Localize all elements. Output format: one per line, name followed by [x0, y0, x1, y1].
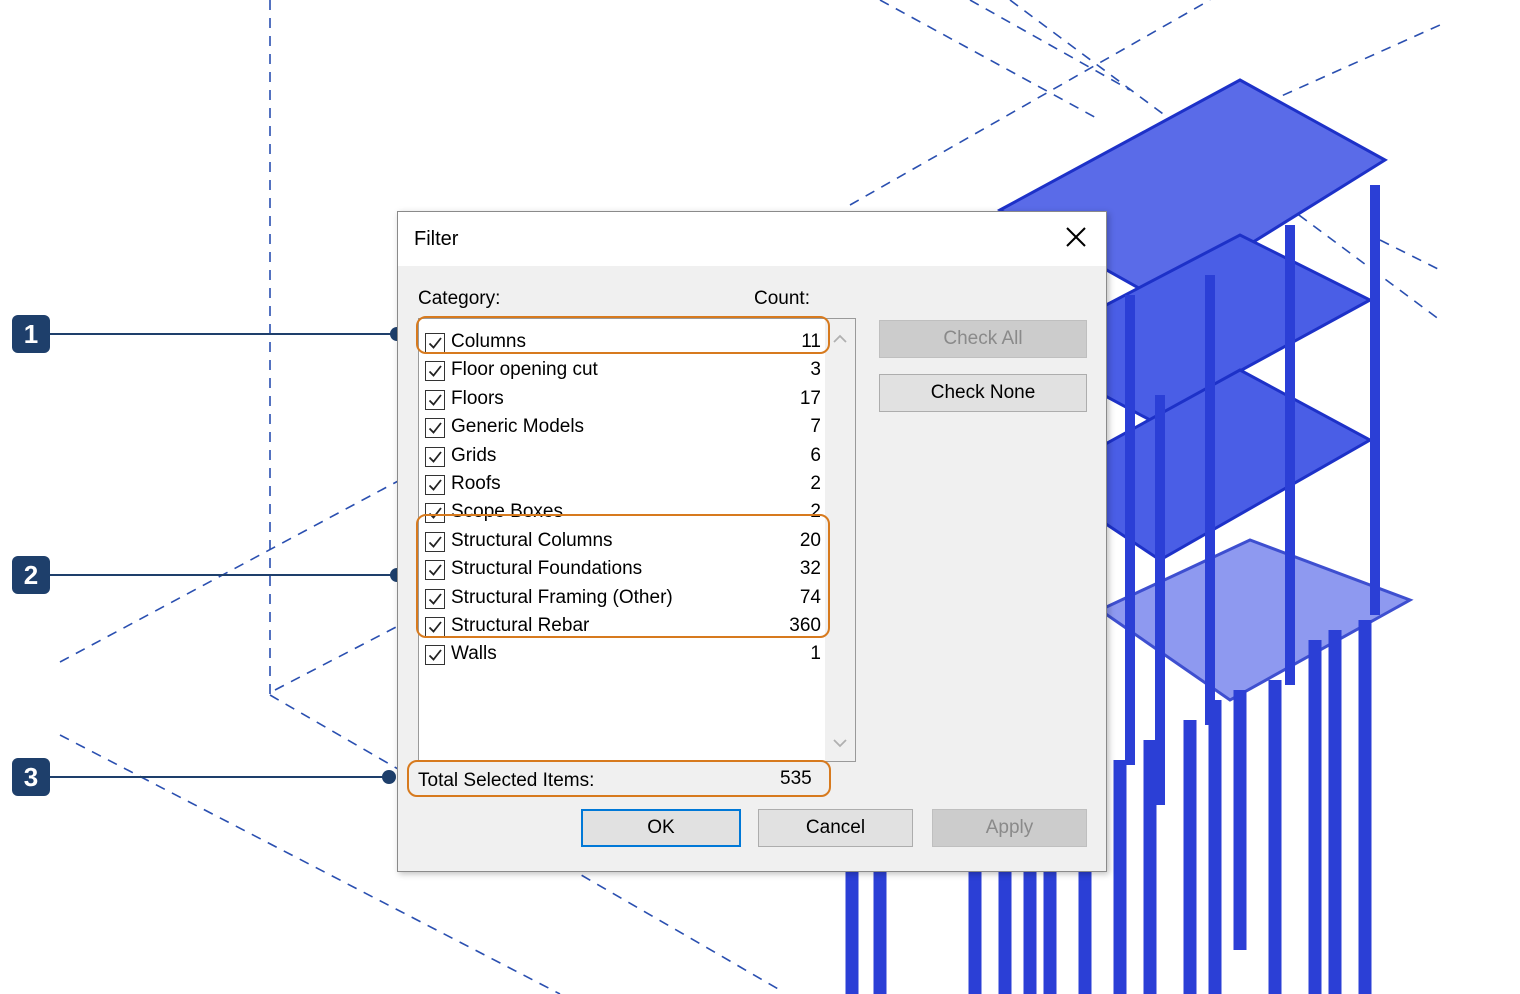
check-icon: [428, 649, 442, 662]
dialog-titlebar: Filter: [398, 212, 1106, 266]
category-row[interactable]: Structural Framing (Other) 74: [423, 585, 821, 613]
category-count: 74: [799, 586, 821, 608]
category-row[interactable]: Structural Columns 20: [423, 528, 821, 556]
category-count: 17: [799, 387, 821, 409]
category-row[interactable]: Floor opening cut 3: [423, 357, 821, 385]
close-button[interactable]: [1056, 220, 1096, 256]
category-name: Structural Columns: [451, 529, 613, 551]
check-icon: [428, 365, 442, 378]
category-checkbox[interactable]: [425, 645, 445, 666]
callout-line: [50, 574, 395, 576]
category-name: Walls: [451, 643, 497, 665]
category-name: Scope Boxes: [451, 501, 563, 523]
category-header: Category:: [418, 288, 501, 309]
callout-2: 2: [0, 556, 410, 594]
callout-line: [50, 333, 395, 335]
category-row[interactable]: Structural Foundations 32: [423, 556, 821, 584]
check-icon: [428, 479, 442, 491]
category-count: 2: [810, 501, 821, 523]
total-selected-value: 535: [780, 768, 812, 789]
ok-button[interactable]: OK: [581, 809, 741, 847]
category-name: Floors: [451, 387, 504, 409]
category-count: 2: [810, 473, 821, 494]
category-checkbox[interactable]: [425, 560, 445, 581]
check-icon: [428, 507, 442, 520]
scrollbar[interactable]: [825, 319, 855, 761]
check-all-button[interactable]: Check All: [879, 320, 1087, 358]
filter-dialog: Filter Category: Count: Columns 11 Floor o…: [397, 211, 1107, 872]
category-name: Structural Foundations: [451, 558, 643, 580]
category-list[interactable]: Columns 11 Floor opening cut 3 Floors 17 Gener…: [418, 318, 856, 762]
scroll-down-icon[interactable]: [825, 731, 855, 755]
category-name: Floor opening cut: [451, 359, 598, 381]
close-icon: [1066, 227, 1086, 247]
check-icon: [428, 451, 442, 463]
apply-button[interactable]: Apply: [932, 809, 1087, 847]
callout-3: 3: [0, 758, 400, 796]
total-selected-label: Total Selected Items:: [418, 770, 595, 791]
category-row[interactable]: Roofs 2: [423, 471, 821, 499]
category-row[interactable]: Walls 1: [423, 641, 821, 669]
check-icon: [428, 394, 442, 406]
category-count: 11: [801, 331, 821, 352]
category-checkbox[interactable]: [425, 361, 445, 382]
category-row[interactable]: Grids 6: [423, 443, 821, 471]
category-count: 6: [810, 444, 821, 466]
category-count: 7: [810, 416, 821, 438]
check-icon: [428, 564, 442, 577]
count-header: Count:: [754, 288, 810, 309]
category-checkbox[interactable]: [425, 588, 445, 609]
category-checkbox[interactable]: [425, 446, 445, 467]
callout-number: 1: [12, 315, 50, 353]
category-row[interactable]: Floors 17: [423, 386, 821, 414]
category-name: Structural Rebar: [451, 615, 590, 636]
callout-number: 2: [12, 556, 50, 594]
check-icon: [428, 593, 442, 605]
scroll-up-icon[interactable]: [825, 327, 855, 351]
category-checkbox[interactable]: [425, 475, 445, 495]
category-name: Generic Models: [451, 416, 585, 438]
category-name: Grids: [451, 444, 497, 466]
category-checkbox[interactable]: [425, 418, 445, 439]
dialog-title: Filter: [414, 228, 459, 250]
callout-number: 3: [12, 758, 50, 796]
category-name: Roofs: [451, 473, 501, 494]
category-count: 20: [799, 529, 821, 551]
callout-line: [50, 776, 385, 778]
category-count: 32: [799, 558, 821, 580]
category-row[interactable]: Columns 11: [423, 329, 821, 357]
category-checkbox[interactable]: [425, 389, 445, 410]
category-count: 1: [810, 643, 821, 665]
category-row[interactable]: Scope Boxes 2: [423, 499, 821, 527]
callout-dot: [382, 770, 396, 784]
category-row[interactable]: Generic Models 7: [423, 414, 821, 442]
category-checkbox[interactable]: [425, 617, 445, 637]
callout-1: 1: [0, 315, 410, 353]
category-name: Structural Framing (Other): [451, 586, 673, 608]
category-checkbox[interactable]: [425, 531, 445, 552]
check-icon: [428, 621, 442, 633]
category-name: Columns: [451, 331, 526, 352]
category-checkbox[interactable]: [425, 503, 445, 524]
check-none-button[interactable]: Check None: [879, 374, 1087, 412]
check-icon: [428, 422, 442, 435]
category-checkbox[interactable]: [425, 333, 445, 353]
check-icon: [428, 337, 442, 349]
category-count: 360: [789, 615, 821, 636]
category-row[interactable]: Structural Rebar 360: [423, 613, 821, 641]
cancel-button[interactable]: Cancel: [758, 809, 913, 847]
category-count: 3: [810, 359, 821, 381]
check-icon: [428, 536, 442, 548]
